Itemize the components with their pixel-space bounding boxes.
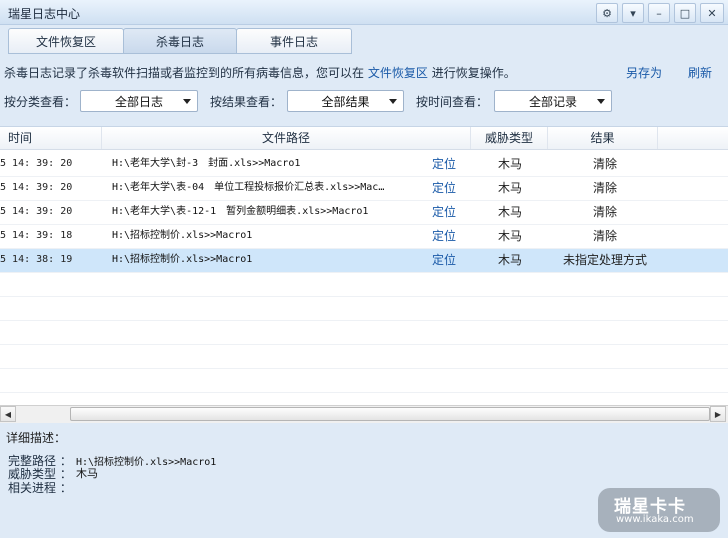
scrollbar-thumb[interactable]: [70, 407, 710, 421]
log-tabs: 文件恢复区 杀毒日志 事件日志: [8, 28, 352, 54]
horizontal-scrollbar[interactable]: ◀ ▶: [0, 405, 728, 423]
watermark-url: www.ikaka.com: [616, 514, 694, 525]
locate-link[interactable]: 定位: [432, 249, 462, 273]
category-filter-label: 按分类查看：: [4, 95, 77, 109]
row-path: H:\老年大学\表-04 单位工程投标报价汇总表.xls>>Mac…: [112, 182, 385, 193]
row-result: 未指定处理方式: [562, 253, 647, 267]
empty-row: [0, 369, 728, 393]
result-filter-select[interactable]: 全部结果: [287, 90, 404, 112]
time-filter-select[interactable]: 全部记录: [494, 90, 612, 112]
row-threat-type: 木马: [497, 205, 522, 219]
row-result: 清除: [592, 229, 617, 243]
result-filter-label: 按结果查看：: [210, 95, 283, 109]
info-line: 杀毒日志记录了杀毒软件扫描或者监控到的所有病毒信息，您可以在 文件恢复区 进行恢…: [4, 64, 516, 81]
window-controls: ⚙ ▾ – □ ✕: [596, 3, 724, 23]
empty-row: [0, 321, 728, 345]
table-header: 时间 文件路径 威胁类型 结果: [0, 127, 728, 150]
table-row[interactable]: 05 14: 39: 18 H:\招标控制价.xls>>Macro1 定位 木马…: [0, 225, 728, 249]
row-threat-type: 木马: [497, 229, 522, 243]
row-path: H:\招标控制价.xls>>Macro1: [112, 230, 253, 241]
title-bar: 瑞星日志中心 ⚙ ▾ – □ ✕: [0, 0, 728, 25]
scroll-left-icon[interactable]: ◀: [0, 406, 16, 422]
empty-row: [0, 345, 728, 369]
window-title: 瑞星日志中心: [8, 7, 81, 21]
locate-link[interactable]: 定位: [432, 201, 462, 225]
row-threat-type: 木马: [497, 253, 522, 267]
refresh-link[interactable]: 刷新: [688, 64, 712, 81]
locate-link[interactable]: 定位: [432, 177, 462, 201]
log-table: 时间 文件路径 威胁类型 结果 05 14: 39: 20 H:\老年大学\封-…: [0, 126, 728, 406]
row-path: H:\招标控制价.xls>>Macro1: [112, 254, 253, 265]
watermark-logo: 瑞星卡卡 www.ikaka.com: [598, 488, 720, 532]
row-path: H:\老年大学\封-3 封面.xls>>Macro1: [112, 158, 301, 169]
row-time: 05 14: 39: 20: [0, 206, 73, 217]
column-header-type[interactable]: 威胁类型: [471, 127, 548, 149]
row-result: 清除: [592, 205, 617, 219]
column-header-result[interactable]: 结果: [548, 127, 658, 149]
row-result: 清除: [592, 181, 617, 195]
maximize-icon[interactable]: □: [674, 3, 696, 23]
minimize-icon[interactable]: –: [648, 3, 670, 23]
row-threat-type: 木马: [497, 181, 522, 195]
locate-link[interactable]: 定位: [432, 153, 462, 177]
close-icon[interactable]: ✕: [700, 3, 724, 23]
time-filter-value: 全部记录: [528, 94, 577, 109]
tab-antivirus-log[interactable]: 杀毒日志: [123, 28, 237, 54]
row-threat-type: 木马: [497, 157, 522, 171]
tab-file-recovery[interactable]: 文件恢复区: [8, 28, 124, 54]
category-filter-select[interactable]: 全部日志: [80, 90, 198, 112]
empty-row: [0, 273, 728, 297]
scroll-right-icon[interactable]: ▶: [710, 406, 726, 422]
locate-link[interactable]: 定位: [432, 225, 462, 249]
row-time: 05 14: 39: 20: [0, 182, 73, 193]
column-header-path[interactable]: 文件路径: [102, 127, 471, 149]
settings-gear-icon[interactable]: ⚙: [596, 3, 618, 23]
threat-type-value: 木马: [76, 467, 98, 480]
row-path: H:\老年大学\表-12-1 暂列金额明细表.xls>>Macro1: [112, 206, 369, 217]
chevron-down-icon: [597, 99, 605, 104]
result-filter-value: 全部结果: [321, 94, 370, 109]
time-filter-label: 按时间查看：: [416, 95, 489, 109]
row-time: 05 14: 38: 19: [0, 254, 73, 265]
table-row[interactable]: 05 14: 39: 20 H:\老年大学\封-3 封面.xls>>Macro1…: [0, 153, 728, 177]
column-header-time[interactable]: 时间: [0, 127, 102, 149]
chevron-down-icon: [183, 99, 191, 104]
table-row-selected[interactable]: 05 14: 38: 19 H:\招标控制价.xls>>Macro1 定位 木马…: [0, 249, 728, 273]
row-time: 05 14: 39: 18: [0, 230, 73, 241]
file-recovery-link[interactable]: 文件恢复区: [368, 66, 428, 80]
row-time: 05 14: 39: 20: [0, 158, 73, 169]
empty-row: [0, 297, 728, 321]
category-filter-value: 全部日志: [114, 94, 163, 109]
dropdown-menu-icon[interactable]: ▾: [622, 3, 644, 23]
tab-event-log[interactable]: 事件日志: [236, 28, 352, 54]
info-text-suffix: 进行恢复操作。: [431, 66, 516, 80]
column-header-spacer: [658, 127, 728, 149]
table-row[interactable]: 05 14: 39: 20 H:\老年大学\表-04 单位工程投标报价汇总表.x…: [0, 177, 728, 201]
related-process-label: 相关进程 ：: [8, 481, 72, 495]
table-row[interactable]: 05 14: 39: 20 H:\老年大学\表-12-1 暂列金额明细表.xls…: [0, 201, 728, 225]
save-as-link[interactable]: 另存为: [626, 64, 662, 81]
info-text-prefix: 杀毒日志记录了杀毒软件扫描或者监控到的所有病毒信息，您可以在: [4, 66, 365, 80]
row-result: 清除: [592, 157, 617, 171]
chevron-down-icon: [389, 99, 397, 104]
detail-title: 详细描述：: [6, 431, 67, 445]
